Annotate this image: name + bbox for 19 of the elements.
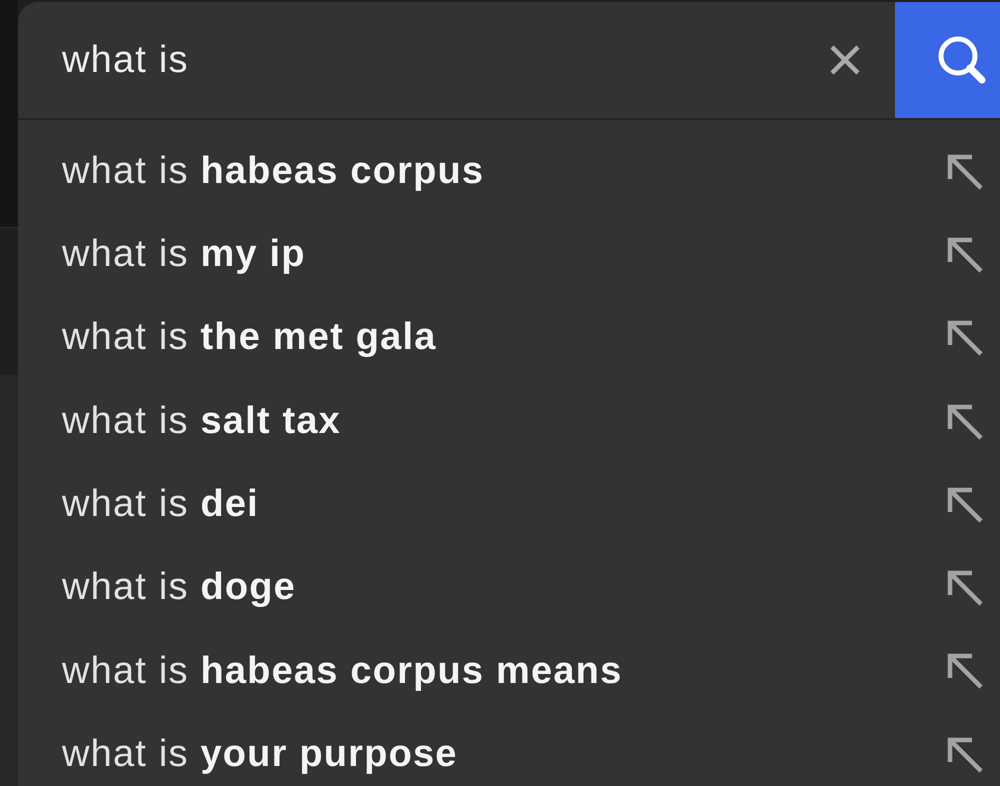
suggestion-text[interactable]: what is my ip: [62, 232, 306, 278]
suggestion-text[interactable]: what is dei: [62, 482, 259, 528]
close-icon: [830, 45, 860, 75]
suggestion-text[interactable]: what is the met gala: [62, 315, 437, 362]
suggestion-text[interactable]: what is doge: [62, 565, 296, 611]
suggestion-text[interactable]: what is habeas corpus means: [62, 648, 622, 694]
arrow-up-left-icon[interactable]: [947, 154, 983, 190]
search-button[interactable]: [895, 2, 1000, 118]
arrow-up-left-icon[interactable]: [947, 653, 983, 690]
suggestion-text[interactable]: what is salt tax: [62, 398, 341, 444]
suggestion-text[interactable]: what is habeas corpus: [62, 148, 484, 194]
arrow-up-left-icon[interactable]: [947, 570, 983, 606]
arrow-up-left-icon[interactable]: [947, 320, 983, 356]
arrow-up-left-icon[interactable]: [947, 404, 983, 440]
arrow-up-left-icon[interactable]: [947, 486, 983, 523]
arrow-up-left-icon[interactable]: [947, 736, 983, 773]
arrow-up-left-icon[interactable]: [947, 236, 983, 273]
search-icon: [938, 36, 986, 84]
suggestion-text[interactable]: what is your purpose: [62, 732, 458, 778]
